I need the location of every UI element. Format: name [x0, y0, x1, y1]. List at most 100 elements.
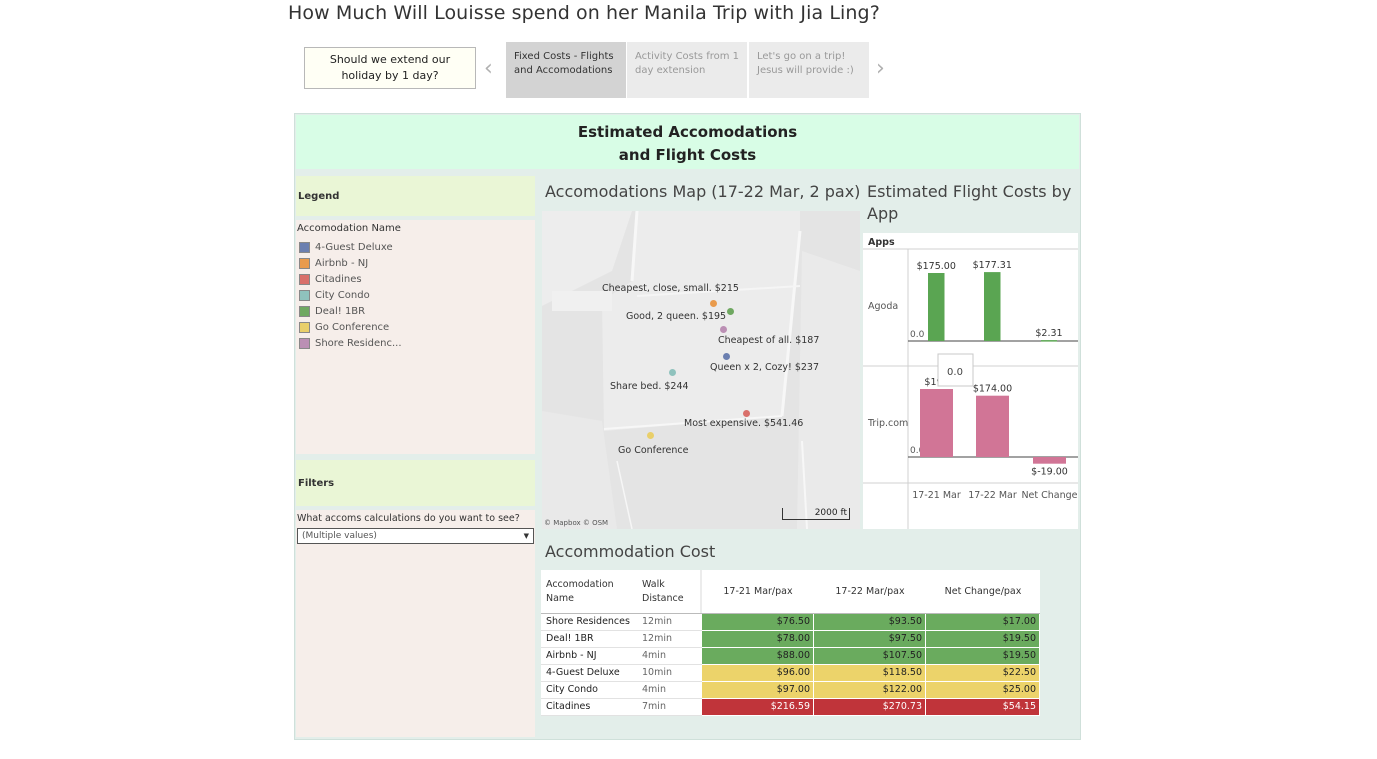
table-cell[interactable]: $88.00: [702, 648, 813, 664]
filters-header: Filters: [296, 460, 535, 506]
map-marker[interactable]: [647, 432, 654, 439]
table-header-17-21: 17-21 Mar/pax: [723, 586, 793, 597]
map-marker[interactable]: [720, 326, 727, 333]
legend-header: Legend: [296, 176, 535, 216]
legend-label: City Condo: [315, 289, 370, 301]
flight-row-label: Trip.com: [867, 418, 908, 429]
legend-item[interactable]: Go Conference: [299, 320, 389, 334]
map-marker[interactable]: [743, 410, 750, 417]
table-cell[interactable]: $19.50: [926, 631, 1039, 647]
legend-label: Citadines: [315, 273, 362, 285]
table-row-walk: 4min: [642, 650, 666, 661]
story-point-lets-go[interactable]: Let's go on a trip! Jesus will provide :…: [749, 42, 869, 98]
table-header-walk-distance: Walk Distance: [642, 579, 684, 604]
table-row-walk: 7min: [642, 701, 666, 712]
legend-swatch: [299, 305, 310, 317]
table-row-name: 4-Guest Deluxe: [546, 667, 620, 678]
flight-bar-tripcom-1: [976, 395, 1009, 457]
table-row-walk: 12min: [642, 633, 673, 644]
legend-title: Accomodation Name: [297, 223, 401, 234]
accom-cost-title: Accommodation Cost: [545, 542, 716, 561]
table-cell[interactable]: $122.00: [814, 682, 925, 698]
table-cell[interactable]: $107.50: [814, 648, 925, 664]
chevron-down-icon[interactable]: ▼: [524, 529, 529, 543]
legend-label: Go Conference: [315, 321, 390, 333]
filter-label: What accoms calculations do you want to …: [297, 513, 520, 524]
legend-swatch: [299, 257, 310, 269]
table-row-separator: [541, 664, 702, 665]
legend-item[interactable]: Citadines: [299, 272, 362, 286]
table-header-17-22: 17-22 Mar/pax: [835, 586, 905, 597]
table-cell[interactable]: $19.50: [926, 648, 1039, 664]
legend-item[interactable]: City Condo: [299, 288, 370, 302]
map-marker-label: Queen x 2, Cozy! $237: [710, 362, 820, 373]
table-cell[interactable]: $22.50: [926, 665, 1039, 681]
next-story-arrow-icon[interactable]: ›: [876, 56, 885, 81]
flight-cost-chart[interactable]: Apps Agoda 0.0 $175.00 $177.31 $2.31 Trip.com 0…: [863, 233, 1078, 529]
accomodations-map[interactable]: Cheapest, close, small. $215 Good, 2 quee…: [542, 211, 860, 529]
table-cell[interactable]: $25.00: [926, 682, 1039, 698]
table-row-name: Deal! 1BR: [546, 633, 594, 644]
story-point-activity-costs[interactable]: Activity Costs from 1 day extension: [627, 42, 747, 98]
dashboard-title-line-1: Estimated Accomodations: [577, 123, 798, 141]
flight-bar-tripcom-0: [920, 389, 953, 457]
flight-chart-title: Estimated Flight Costs by App: [867, 182, 1072, 223]
table-row-separator: [541, 698, 702, 699]
table-row-separator: [541, 630, 702, 631]
table-row-separator: [541, 715, 702, 716]
table-row-separator: [541, 681, 702, 682]
map-marker[interactable]: [727, 308, 734, 315]
legend-label: Shore Residenc...: [315, 337, 402, 349]
flight-bar-label: $177.31: [973, 260, 1012, 271]
table-cell[interactable]: $96.00: [702, 665, 813, 681]
table-row-walk: 4min: [642, 684, 666, 695]
table-cell[interactable]: $270.73: [814, 699, 925, 715]
table-cell[interactable]: $76.50: [702, 614, 813, 630]
flight-bar-agoda-1: [984, 272, 1001, 341]
legend-item[interactable]: Shore Residenc...: [299, 336, 402, 350]
story-caption: Should we extend our holiday by 1 day?: [304, 47, 476, 89]
legend-swatch: [299, 273, 310, 285]
map-marker[interactable]: [710, 300, 717, 307]
legend-swatch: [299, 321, 310, 333]
table-row-walk: 12min: [642, 616, 673, 627]
legend-swatch: [299, 289, 310, 301]
legend-item[interactable]: 4-Guest Deluxe: [299, 240, 393, 254]
table-cell[interactable]: $54.15: [926, 699, 1039, 715]
flight-chart-svg: Apps Agoda 0.0 $175.00 $177.31 $2.31 Trip.com 0…: [863, 233, 1078, 529]
map-attribution[interactable]: © Mapbox © OSM: [544, 519, 608, 527]
map-marker[interactable]: [723, 353, 730, 360]
table-cell[interactable]: $118.50: [814, 665, 925, 681]
flight-bar-tripcom-2: [1033, 457, 1066, 464]
map-marker[interactable]: [669, 369, 676, 376]
table-cell[interactable]: $78.00: [702, 631, 813, 647]
legend-label: Airbnb - NJ: [315, 257, 369, 269]
filters-panel: [296, 510, 535, 737]
flight-bar-label: $-19.00: [1031, 467, 1068, 478]
legend-item[interactable]: Airbnb - NJ: [299, 256, 368, 270]
table-cell[interactable]: $216.59: [702, 699, 813, 715]
flight-bar-label: $2.31: [1035, 328, 1062, 339]
legend-label: 4-Guest Deluxe: [315, 241, 393, 253]
previous-story-arrow-icon[interactable]: ‹: [484, 56, 493, 81]
flight-bar-label: $174.00: [973, 384, 1012, 395]
table-cell[interactable]: $97.50: [814, 631, 925, 647]
story-point-fixed-costs[interactable]: Fixed Costs - Flights and Accomodations: [506, 42, 626, 98]
legend-label: Deal! 1BR: [315, 305, 366, 317]
dashboard-title-line-2: and Flight Costs: [618, 146, 757, 164]
flight-category-label: Net Change: [1021, 490, 1077, 501]
legend-item[interactable]: Deal! 1BR: [299, 304, 365, 318]
table-header-net-change: Net Change/pax: [944, 586, 1022, 597]
flight-bar-label: $175.00: [917, 261, 956, 272]
filter-select-value: (Multiple values): [302, 531, 377, 541]
table-row-name: Airbnb - NJ: [546, 650, 597, 661]
apps-header: Apps: [868, 237, 895, 248]
accom-calculation-filter-select[interactable]: (Multiple values) ▼: [297, 528, 534, 544]
table-cell[interactable]: $97.00: [702, 682, 813, 698]
table-cell[interactable]: $93.50: [814, 614, 925, 630]
dashboard-title: Estimated Accomodations and Flight Costs: [296, 115, 1079, 169]
table-cell[interactable]: $17.00: [926, 614, 1039, 630]
map-title: Accomodations Map (17-22 Mar, 2 pax): [545, 182, 861, 201]
flight-tooltip-text: 0.0: [947, 367, 963, 378]
table-row-walk: 10min: [642, 667, 673, 678]
